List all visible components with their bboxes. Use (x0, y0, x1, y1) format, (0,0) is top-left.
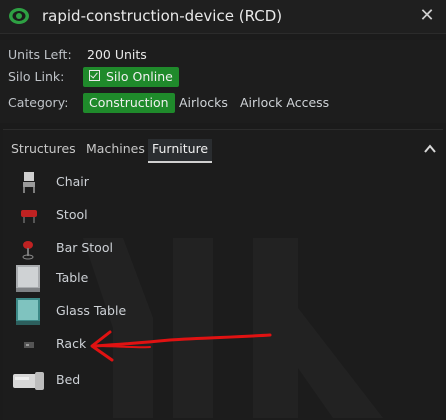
units-left-label: Units Left: (8, 47, 72, 62)
silo-status-text: Silo Online (106, 69, 173, 84)
item-label: Rack (56, 336, 87, 351)
glass-table-icon (16, 298, 40, 325)
tab-machines[interactable]: Machines (86, 139, 145, 161)
items-panel: Structures Machines Furniture Chair Stoo… (3, 129, 443, 420)
category-label: Category: (8, 95, 69, 110)
item-label: Bar Stool (56, 240, 113, 255)
category-construction[interactable]: Construction (83, 93, 175, 113)
list-item-bar-stool[interactable]: Bar Stool (11, 234, 311, 264)
silo-online-toggle[interactable]: Silo Online (83, 67, 179, 87)
list-item-glass-table[interactable]: Glass Table (11, 297, 311, 327)
list-item-chair[interactable]: Chair (11, 168, 311, 198)
list-item-stool[interactable]: Stool (11, 201, 311, 231)
tab-structures[interactable]: Structures (11, 139, 76, 161)
item-label: Stool (56, 207, 88, 222)
table-icon (16, 265, 40, 292)
units-left-value: 200 Units (87, 47, 147, 62)
item-label: Bed (56, 372, 81, 387)
item-label: Chair (56, 174, 89, 189)
item-label: Table (56, 270, 89, 285)
category-airlocks[interactable]: Airlocks (179, 93, 228, 113)
tab-bar: Structures Machines Furniture (3, 139, 443, 163)
chair-icon (23, 172, 35, 193)
tab-furniture[interactable]: Furniture (148, 139, 213, 163)
list-item-rack[interactable]: Rack (11, 330, 311, 360)
rack-icon (24, 342, 34, 348)
stool-icon (21, 210, 37, 223)
bed-icon (13, 372, 44, 390)
silo-link-label: Silo Link: (8, 69, 65, 84)
bar-stool-icon (22, 241, 34, 260)
close-button[interactable]: ✕ (416, 5, 438, 27)
list-item-table[interactable]: Table (11, 264, 311, 294)
window-title: rapid-construction-device (RCD) (42, 7, 283, 25)
chevron-up-icon[interactable] (423, 142, 437, 156)
title-bar: rapid-construction-device (RCD) ✕ (0, 0, 446, 34)
list-item-bed[interactable]: Bed (11, 366, 311, 396)
category-airlock-access[interactable]: Airlock Access (240, 93, 329, 113)
eye-logo-icon (9, 8, 29, 24)
checkbox-checked-icon (89, 70, 100, 81)
info-section: Units Left: 200 Units Silo Link: Silo On… (0, 40, 446, 123)
item-label: Glass Table (56, 303, 127, 318)
